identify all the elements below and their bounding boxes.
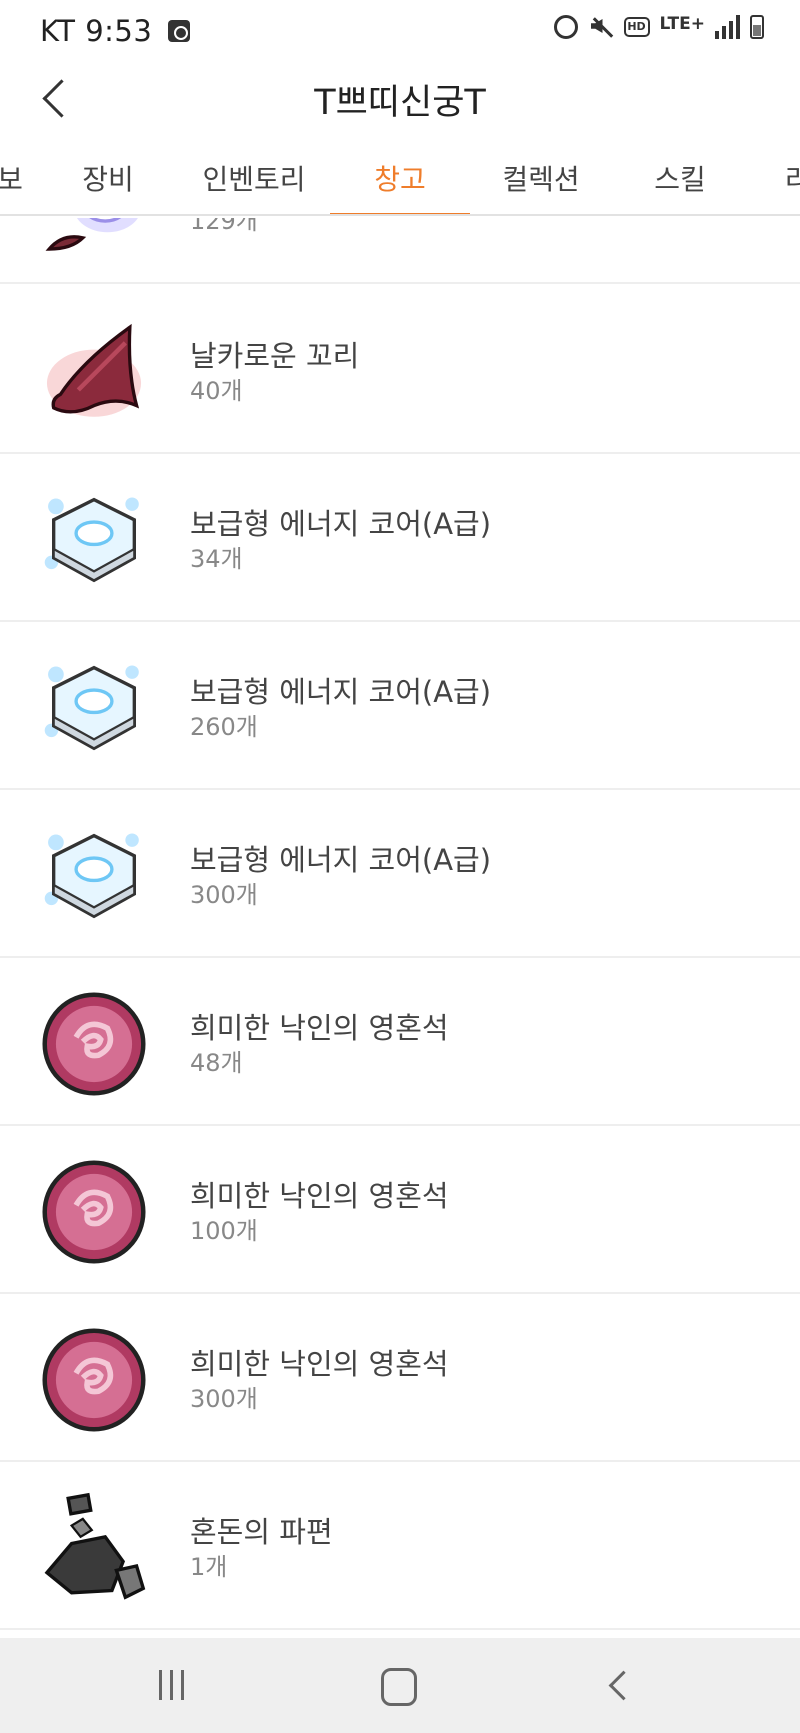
hd-voice-icon: HD xyxy=(623,17,650,37)
energy-core-icon xyxy=(44,833,139,919)
signal-icon xyxy=(715,15,740,39)
item-name: 희미한 낙인의 영혼석 xyxy=(190,1179,449,1213)
tab-bar: 보 장비 인벤토리 창고 컬렉션 스킬 라 xyxy=(0,150,800,216)
item-name: 희미한 낙인의 영혼석 xyxy=(190,1011,449,1045)
item-name: 보급형 에너지 코어(A급) xyxy=(190,675,492,709)
page-title: T쁘띠신궁T xyxy=(314,83,486,123)
status-left: KT 9:53 xyxy=(40,14,191,48)
lte-icon: LTE+ xyxy=(659,14,705,34)
tail-purple-icon xyxy=(45,218,138,251)
home-icon[interactable] xyxy=(336,1638,456,1733)
list-item[interactable]: 희미한 낙인의 영혼석 100개 xyxy=(0,1126,800,1294)
item-count: 1개 xyxy=(190,1553,228,1581)
item-name: 혼돈의 파편 xyxy=(190,1515,333,1549)
battery-icon xyxy=(750,15,764,39)
tab-partial-right[interactable]: 라 xyxy=(778,158,800,214)
energy-core-icon xyxy=(44,497,139,583)
sharp-tail-icon xyxy=(46,323,142,417)
energy-core-icon xyxy=(44,665,139,751)
item-count: 300개 xyxy=(190,1385,258,1413)
soul-stone-icon xyxy=(42,992,146,1096)
item-count: 100개 xyxy=(190,1217,258,1245)
list-item[interactable]: 보급형 에너지 코어(A급) 260개 xyxy=(0,622,800,790)
status-right: HD LTE+ xyxy=(553,14,764,40)
item-count: 260개 xyxy=(190,713,258,741)
tab-partial-left[interactable]: 보 xyxy=(0,158,28,214)
item-name: 보급형 에너지 코어(A급) xyxy=(190,843,492,877)
sync-icon xyxy=(168,20,191,42)
item-name: 보급형 에너지 코어(A급) xyxy=(190,507,492,541)
list-item[interactable]: 129개 xyxy=(0,218,800,284)
item-name: 날카로운 꼬리 xyxy=(190,339,360,373)
item-count: 48개 xyxy=(190,1049,243,1077)
list-item[interactable]: 희미한 낙인의 영혼석 48개 xyxy=(0,958,800,1126)
soul-stone-icon xyxy=(42,1160,146,1264)
list-item[interactable]: 날카로운 꼬리 40개 xyxy=(0,286,800,454)
item-count: 40개 xyxy=(190,377,243,405)
status-bar: KT 9:53 HD LTE+ xyxy=(0,0,800,62)
item-count: 129개 xyxy=(190,218,258,235)
mute-icon xyxy=(588,14,614,40)
list-item[interactable]: 희미한 낙인의 영혼석 300개 xyxy=(0,1294,800,1462)
recents-icon[interactable] xyxy=(112,1638,232,1733)
tab-inventory[interactable]: 인벤토리 xyxy=(192,158,316,214)
list-item[interactable]: 보급형 에너지 코어(A급) 300개 xyxy=(0,790,800,958)
alarm-icon xyxy=(553,15,578,39)
back-icon[interactable] xyxy=(560,1638,680,1733)
carrier-time: KT 9:53 xyxy=(40,14,153,48)
tab-storage[interactable]: 창고 xyxy=(330,158,470,214)
soul-stone-icon xyxy=(42,1328,146,1432)
tab-equipment[interactable]: 장비 xyxy=(68,158,148,214)
system-nav-bar xyxy=(0,1638,800,1733)
tab-skill[interactable]: 스킬 xyxy=(640,158,720,214)
storage-item-list: 129개 날카로운 꼬리 40개 보급형 에너지 코어(A급) 34개 보급형 … xyxy=(0,218,800,1638)
list-item[interactable]: 보급형 에너지 코어(A급) 34개 xyxy=(0,454,800,622)
list-item[interactable]: 혼돈의 파편 1개 xyxy=(0,1462,800,1630)
chaos-fragment-icon xyxy=(44,1492,146,1600)
item-count: 300개 xyxy=(190,881,258,909)
item-name: 희미한 낙인의 영혼석 xyxy=(190,1347,449,1381)
item-count: 34개 xyxy=(190,545,243,573)
tab-collection[interactable]: 컬렉션 xyxy=(494,158,588,214)
